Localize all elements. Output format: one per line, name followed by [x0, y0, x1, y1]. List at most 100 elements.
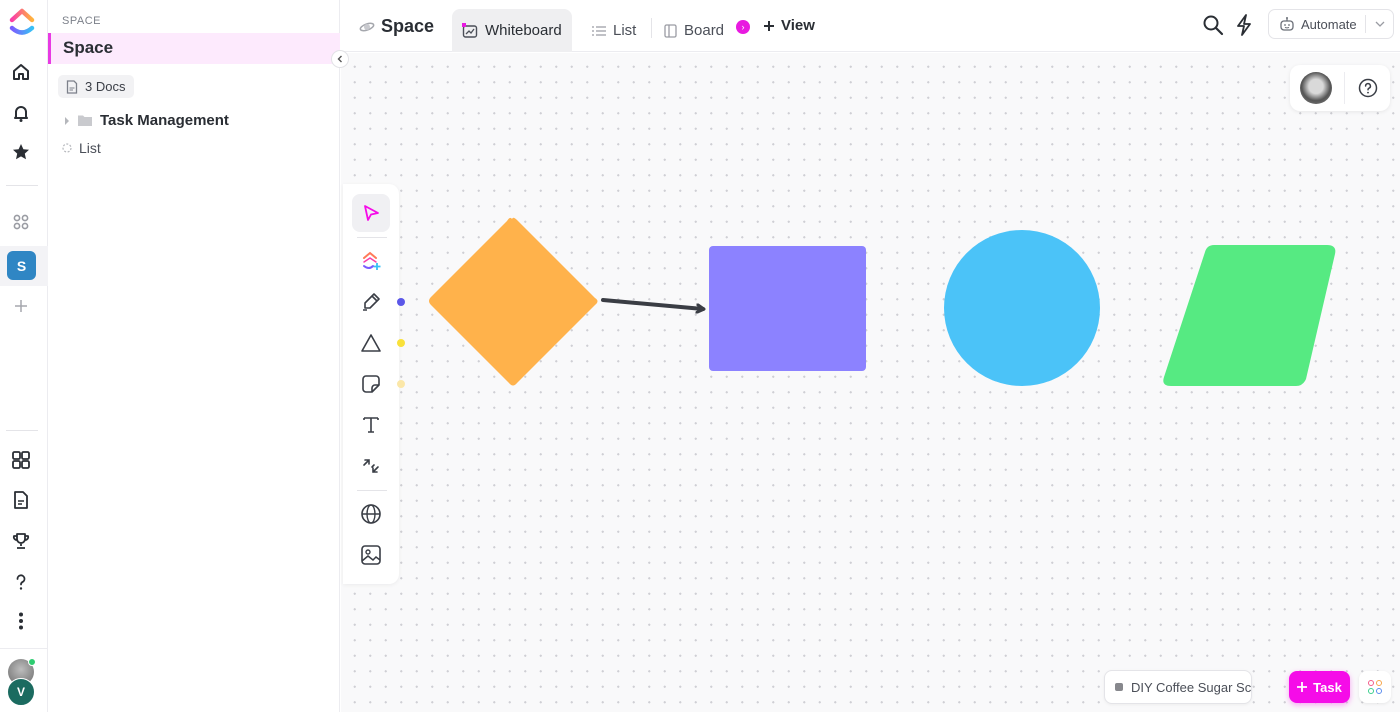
image-tool[interactable] [352, 536, 390, 574]
select-tool[interactable] [352, 194, 390, 232]
chevron-left-icon [337, 55, 342, 63]
folder-task-management[interactable]: Task Management [64, 112, 229, 129]
embed-tool[interactable] [352, 495, 390, 533]
automate-dropdown[interactable] [1366, 21, 1393, 27]
list-status-icon [62, 143, 72, 153]
diamond-shape[interactable] [429, 217, 598, 386]
clickup-logo-icon[interactable] [8, 6, 36, 40]
ai-tool[interactable] [352, 242, 390, 280]
connector-icon [363, 459, 379, 473]
list-label: List [79, 140, 101, 156]
toolbar-divider [357, 490, 387, 491]
planet-icon [359, 22, 375, 31]
list-item[interactable]: List [62, 140, 101, 156]
connector-tool[interactable] [352, 447, 390, 485]
caret-right-icon[interactable] [64, 116, 70, 125]
shapes-layer [341, 53, 1400, 712]
whiteboard-icon [462, 22, 478, 38]
star-icon[interactable] [8, 139, 34, 165]
sidebar-section-label: SPACE [62, 15, 101, 27]
help-icon[interactable] [8, 569, 34, 595]
whiteboard-canvas[interactable]: DIY Coffee Sugar Scrub Task [341, 53, 1400, 712]
apps-dot-icon [1376, 680, 1382, 686]
marker-icon [363, 293, 380, 311]
lightning-icon[interactable] [1232, 13, 1256, 37]
tab-whiteboard[interactable]: Whiteboard [452, 9, 572, 52]
space-avatar[interactable]: S [7, 251, 36, 280]
circle-shape[interactable] [944, 230, 1100, 386]
automate-main[interactable]: Automate [1269, 16, 1365, 32]
automate-button: Automate [1268, 9, 1394, 39]
toolbar-divider [357, 237, 387, 238]
parallelogram-shape[interactable] [1163, 245, 1336, 386]
rail-divider [6, 430, 38, 431]
task-tray-item[interactable]: DIY Coffee Sugar Scrub [1104, 670, 1252, 704]
help-circle-icon[interactable] [1357, 77, 1379, 99]
docs-chip[interactable]: 3 Docs [58, 75, 135, 98]
whiteboard-toolbar [343, 184, 405, 584]
view-header: Space Whiteboard List Board › View Autom… [341, 0, 1400, 52]
collaborators-panel [1290, 65, 1390, 111]
add-task-label: Task [1313, 679, 1342, 695]
docs-count: 3 Docs [85, 79, 126, 94]
tab-divider [651, 18, 652, 38]
app: S V SPACE Space 3 Docs Task Management L… [0, 0, 1400, 712]
dashboards-icon[interactable] [8, 447, 34, 473]
tab-label: List [613, 22, 637, 39]
add-space-icon[interactable] [8, 293, 34, 319]
collab-divider [1344, 72, 1345, 104]
folder-label: Task Management [100, 112, 229, 129]
clickup-ai-icon [363, 251, 381, 270]
text-icon [363, 417, 379, 433]
space-name: Space [63, 38, 114, 57]
connector-arrow[interactable] [601, 298, 703, 309]
robot-icon [1280, 17, 1294, 31]
add-view-label: View [781, 17, 815, 34]
sidebar: SPACE Space 3 Docs Task Management List [48, 0, 340, 712]
search-icon[interactable] [1201, 13, 1225, 37]
space-title-label: Space [381, 16, 435, 36]
trophy-icon[interactable] [8, 528, 34, 554]
tab-label: Board [684, 22, 725, 39]
apps-dot-icon [1368, 688, 1374, 694]
sticky-note-icon [362, 375, 380, 393]
more-icon[interactable] [8, 608, 34, 634]
tab-board[interactable]: Board [654, 9, 734, 52]
spaces-grid-icon[interactable] [8, 209, 34, 235]
tab-label: Whiteboard [485, 22, 562, 39]
plus-icon [764, 20, 774, 31]
docs-icon[interactable] [8, 487, 34, 513]
space-title[interactable]: Space [359, 16, 434, 37]
home-icon[interactable] [8, 59, 34, 85]
pen-tool[interactable] [352, 283, 390, 321]
task-status-icon [1115, 683, 1123, 691]
collapse-sidebar-button[interactable] [331, 50, 349, 68]
sticky-color-swatch[interactable] [397, 380, 405, 388]
more-views-chevron-icon[interactable]: › [736, 20, 750, 34]
collaborator-avatar[interactable] [1300, 72, 1332, 104]
add-task-button[interactable]: Task [1289, 671, 1350, 703]
shape-tool[interactable] [352, 324, 390, 362]
chevron-down-icon [1375, 21, 1384, 27]
triangle-icon [361, 334, 381, 352]
pen-color-swatch[interactable] [397, 298, 405, 306]
apps-dot-icon [1376, 688, 1382, 694]
tab-list[interactable]: List [582, 9, 646, 52]
global-rail: S V [0, 0, 48, 712]
rectangle-shape[interactable] [709, 246, 866, 371]
plus-icon [1297, 682, 1308, 692]
sidebar-space-item[interactable]: Space [48, 33, 340, 64]
text-tool[interactable] [352, 406, 390, 444]
rail-divider [6, 185, 38, 186]
bell-icon[interactable] [8, 100, 34, 126]
user-avatar[interactable]: V [7, 678, 35, 706]
apps-launcher-button[interactable] [1359, 671, 1391, 703]
shape-color-swatch[interactable] [397, 339, 405, 347]
add-view-button[interactable]: View [763, 17, 815, 34]
sticky-note-tool[interactable] [352, 365, 390, 403]
globe-icon [361, 504, 381, 524]
task-chip-label: DIY Coffee Sugar Scrub [1131, 679, 1252, 695]
online-status-dot [28, 658, 36, 666]
image-icon [361, 545, 381, 565]
rail-divider [0, 648, 48, 649]
